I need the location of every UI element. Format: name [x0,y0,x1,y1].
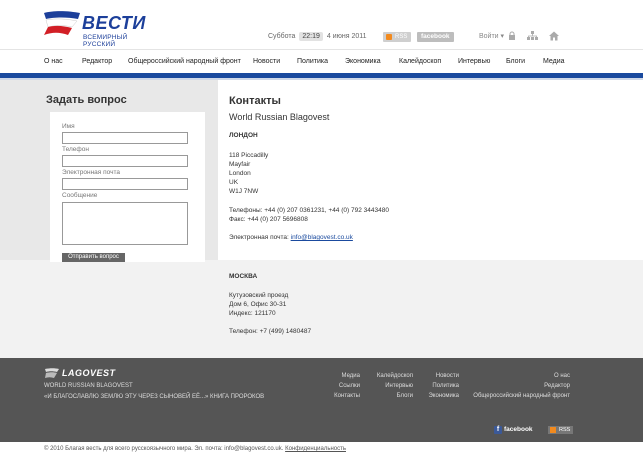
flag-logo-icon [44,11,80,35]
phone-field[interactable] [62,155,188,167]
privacy-link[interactable]: Конфиденциальность [285,446,346,452]
copyright-text: © 2010 Благая весть для всего русскоязыч… [44,446,284,452]
message-label: Сообщение [62,192,98,199]
footer-facebook-label: facebook [504,426,533,433]
footer-org: WORLD RUSSIAN BLAGOVEST [44,383,133,389]
nav-item-about[interactable]: О нас [44,58,63,65]
london-address-line: 118 Piccadilly [229,152,269,159]
contacts-column [218,80,643,260]
time-badge: 22:19 [299,32,323,41]
message-field[interactable] [62,202,188,245]
name-label: Имя [62,123,75,130]
footer-link-about[interactable]: О нас [554,373,570,379]
footer-facebook-link[interactable]: f facebook [494,425,533,435]
copyright: © 2010 Благая весть для всего русскоязыч… [44,446,346,452]
london-heading: ЛОНДОН [229,132,258,139]
moscow-address-line: Дом 6, Офис 30-31 [229,301,287,308]
phone-label: Телефон [62,146,89,153]
nav-item-politics[interactable]: Политика [297,58,328,65]
nav-item-front[interactable]: Общероссийский народный фронт [128,58,241,65]
date-label: 4 июня 2011 [326,33,367,40]
site-header: ВЕСТИ ВСЕМИРНЫЙ РУССКИЙ Суббота 22:19 4 … [0,0,643,49]
london-phones: Телефоны: +44 (0) 207 0361231, +44 (0) 7… [229,207,389,214]
contacts-title: Контакты [229,95,281,107]
nav-item-media[interactable]: Медиа [543,58,565,65]
london-address-line: W1J 7NW [229,188,259,195]
london-address-line: London [229,170,251,177]
footer-link-economy[interactable]: Экономика [428,393,459,399]
footer-motto: «И БЛАГОСЛАВЛЮ ЗЕМЛЮ ЭТУ ЧЕРЕЗ СЫНОВЕЙ Е… [44,394,265,400]
footer-link-blogs[interactable]: Блоги [397,393,413,399]
date-time: Суббота 22:19 4 июня 2011 [268,32,367,41]
email-label: Электронная почта [62,169,121,176]
footer-link-interview[interactable]: Интервью [385,383,413,389]
rss-button[interactable]: RSS [383,32,412,42]
footer-link-politics[interactable]: Политика [432,383,459,389]
nav-item-blogs[interactable]: Блоги [506,58,525,65]
email-link[interactable]: info@blagovest.co.uk [291,234,353,241]
ask-question-title: Задать вопрос [46,94,127,106]
london-email-row: Электронная почта: info@blagovest.co.uk [229,234,353,241]
footer-rss-label: RSS [559,427,571,433]
login-link[interactable]: Войти ▾ [479,32,504,40]
rss-label: RSS [395,34,408,40]
content-band-lower [0,260,643,358]
flag-logo-icon [45,368,59,378]
rss-icon [550,427,556,433]
sitemap-icon[interactable] [527,31,538,41]
lock-icon[interactable] [508,31,516,41]
nav-item-news[interactable]: Новости [253,58,280,65]
nav-item-editor[interactable]: Редактор [82,58,112,65]
footer-link-front[interactable]: Общероссийский народный фронт [473,393,570,399]
name-field[interactable] [62,132,188,144]
moscow-address-line: Индекс: 121170 [229,310,276,317]
logo-tagline: ВСЕМИРНЫЙ РУССКИЙ [83,34,128,48]
site-logo[interactable]: ВЕСТИ ВСЕМИРНЫЙ РУССКИЙ [42,10,152,48]
london-address-line: Mayfair [229,161,251,168]
footer-rss-link[interactable]: RSS [548,426,574,434]
email-field[interactable] [62,178,188,190]
email-label-text: Электронная почта: [229,234,289,241]
logo-wordmark: ВЕСТИ [82,13,146,33]
london-fax: Факс: +44 (0) 207 5696808 [229,216,308,223]
home-icon[interactable] [549,31,559,41]
rss-icon [386,34,392,40]
moscow-heading: МОСКВА [229,273,258,280]
org-name: World Russian Blagovest [229,112,330,122]
footer-link-editor[interactable]: Редактор [544,383,570,389]
nav-item-economy[interactable]: Экономика [345,58,381,65]
footer-logo-wordmark: LAGOVEST [62,368,116,378]
footer-link-contacts[interactable]: Контакты [334,393,360,399]
facebook-icon: f [494,426,502,434]
nav-item-kaleidoscope[interactable]: Калейдоскоп [399,58,441,65]
facebook-button[interactable]: facebook [417,32,454,42]
main-nav: О нас Редактор Общероссийский народный ф… [0,49,643,73]
moscow-phone: Телефон: +7 (499) 1480487 [229,328,312,335]
nav-item-interview[interactable]: Интервью [458,58,490,65]
footer-link-kaleidoscope[interactable]: Калейдоскоп [377,373,413,379]
footer-logo[interactable]: LAGOVEST [44,368,124,380]
footer-link-media[interactable]: Медиа [342,373,360,379]
footer-link-links[interactable]: Ссылки [339,383,360,389]
footer-link-news[interactable]: Новости [436,373,459,379]
submit-question-button[interactable]: Отправить вопрос [62,253,125,262]
day-label: Суббота [268,33,296,40]
london-address-line: UK [229,179,239,186]
moscow-address-line: Кутузовский проезд [229,292,289,299]
